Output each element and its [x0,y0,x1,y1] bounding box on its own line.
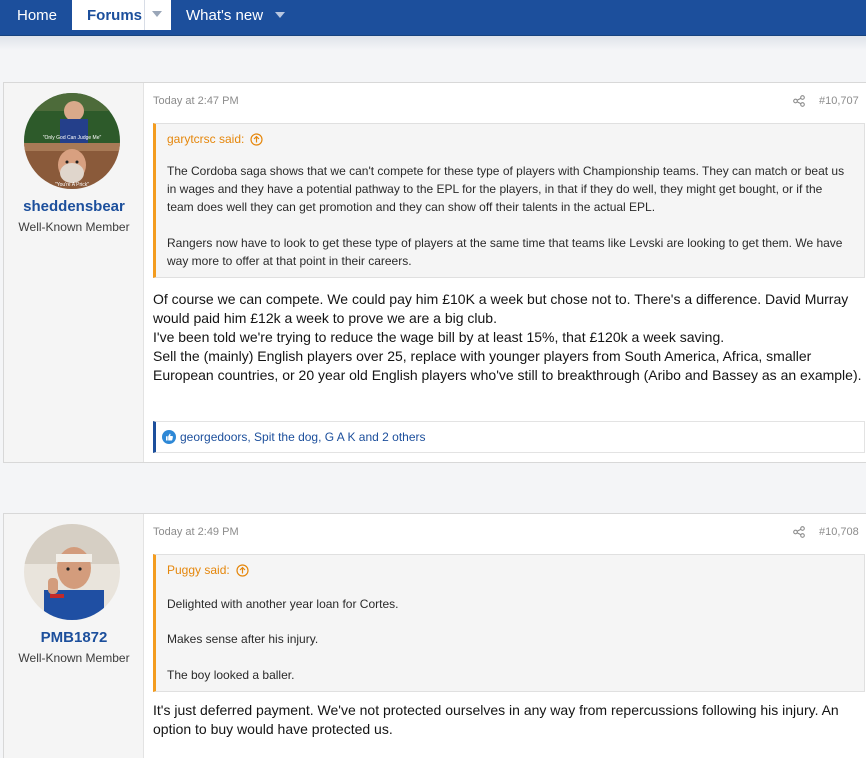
chevron-down-icon[interactable] [275,12,286,18]
reactions-bar[interactable]: georgedoors, Spit the dog, G A K and 2 o… [153,421,865,453]
avatar-caption-bottom: "You're A Prick" [55,182,89,188]
quote-block: Puggy said: Delighted with another year … [153,554,865,692]
post: "Only God Can Judge Me" "You're A Prick"… [3,82,866,463]
nav-shadow [0,36,866,50]
post-body-paragraph: It's just deferred payment. We've not pr… [153,702,839,737]
quote-author-label: Puggy said: [167,563,230,577]
avatar-image-icon [24,524,120,620]
quote-block: garytcrsc said: The Cordoba saga shows t… [153,123,865,278]
post-body-paragraph: I've been told we're trying to reduce th… [153,329,725,345]
nav-tab-whats-new-label: What's new [186,6,264,24]
post-date[interactable]: Today at 2:49 PM [153,526,239,538]
post-number-link[interactable]: #10,708 [819,526,859,538]
user-title: Well-Known Member [18,220,130,234]
quote-paragraph: The boy looked a baller. [167,668,295,682]
post-main: Today at 2:49 PM #10,708 Puggy said: Del… [153,514,866,758]
avatar[interactable]: "Only God Can Judge Me" "You're A Prick" [24,93,120,189]
quote-author[interactable]: garytcrsc said: [167,132,263,146]
user-cell: "Only God Can Judge Me" "You're A Prick"… [4,83,144,462]
user-cell: PMB1872 Well-Known Member [4,514,144,758]
quote-author[interactable]: Puggy said: [167,563,249,577]
like-icon [162,430,176,444]
user-title: Well-Known Member [18,651,130,665]
avatar[interactable] [24,524,120,620]
nav-tab-forums-label: Forums [87,6,143,24]
username[interactable]: PMB1872 [4,629,144,646]
nav-separator [144,0,145,30]
quote-paragraph: The Cordoba saga shows that we can't com… [167,164,845,214]
username[interactable]: sheddensbear [4,198,144,215]
quote-paragraph: Delighted with another year loan for Cor… [167,597,399,611]
quote-author-label: garytcrsc said: [167,132,245,146]
reactions-list[interactable]: georgedoors, Spit the dog, G A K and 2 o… [180,430,426,444]
quote-paragraph: Makes sense after his injury. [167,632,319,646]
arrow-up-circle-icon[interactable] [250,132,263,146]
avatar-caption-top: "Only God Can Judge Me" [43,135,102,141]
quote-paragraph: Rangers now have to look to get these ty… [167,236,843,268]
post-body-paragraph: Of course we can compete. We could pay h… [153,291,849,326]
nav-tab-forums[interactable]: Forums [72,0,171,30]
nav-tab-whats-new[interactable]: What's new [186,0,286,30]
top-nav: Home Forums What's new [0,0,866,36]
avatar-image-icon: "Only God Can Judge Me" "You're A Prick" [24,93,120,189]
post-body-paragraph: Sell the (mainly) English players over 2… [153,348,862,383]
share-icon[interactable] [793,95,805,107]
post-main: Today at 2:47 PM #10,707 garytcrsc said:… [153,83,866,462]
post: PMB1872 Well-Known Member Today at 2:49 … [3,513,866,758]
share-icon[interactable] [793,526,805,538]
chevron-down-icon[interactable] [152,11,162,17]
post-date[interactable]: Today at 2:47 PM [153,95,239,107]
arrow-up-circle-icon[interactable] [236,563,249,577]
nav-tab-home[interactable]: Home [17,0,57,30]
post-number-link[interactable]: #10,707 [819,95,859,107]
